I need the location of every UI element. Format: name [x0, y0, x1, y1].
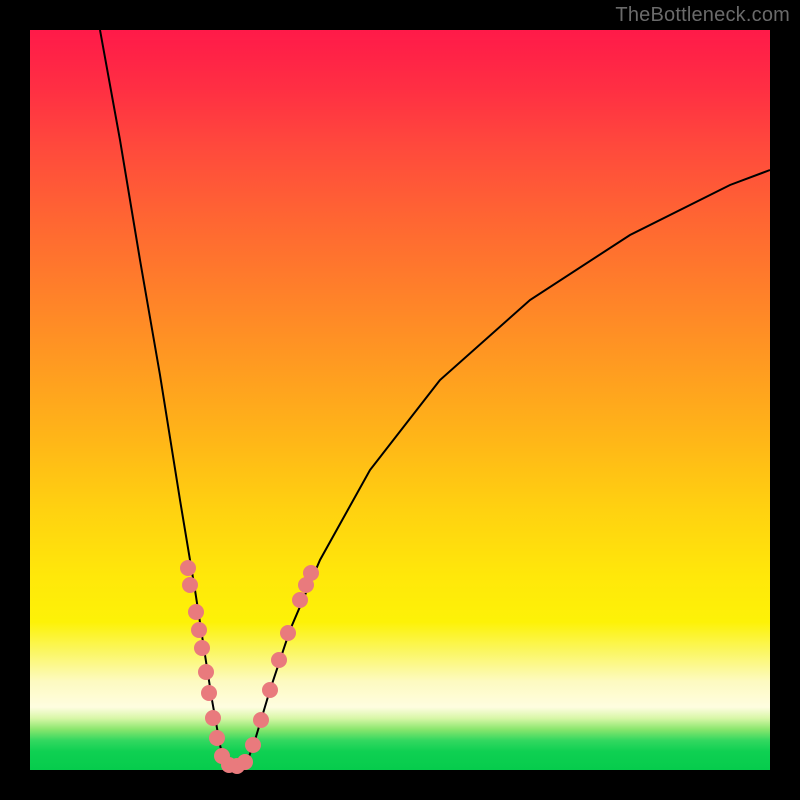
data-dot — [271, 652, 287, 668]
curve-svg — [30, 30, 770, 770]
data-dot — [191, 622, 207, 638]
bottleneck-curve — [100, 30, 770, 767]
data-dot — [205, 710, 221, 726]
data-dot — [303, 565, 319, 581]
data-dot — [253, 712, 269, 728]
data-dot — [292, 592, 308, 608]
plot-area — [30, 30, 770, 770]
data-dot — [180, 560, 196, 576]
data-dot — [245, 737, 261, 753]
data-dot — [209, 730, 225, 746]
data-dot — [201, 685, 217, 701]
data-dot — [237, 754, 253, 770]
data-dot — [198, 664, 214, 680]
data-dot — [280, 625, 296, 641]
data-dot — [188, 604, 204, 620]
data-dot — [182, 577, 198, 593]
data-dot — [194, 640, 210, 656]
watermark-text: TheBottleneck.com — [615, 4, 790, 27]
data-dot — [262, 682, 278, 698]
outer-frame: TheBottleneck.com — [0, 0, 800, 800]
